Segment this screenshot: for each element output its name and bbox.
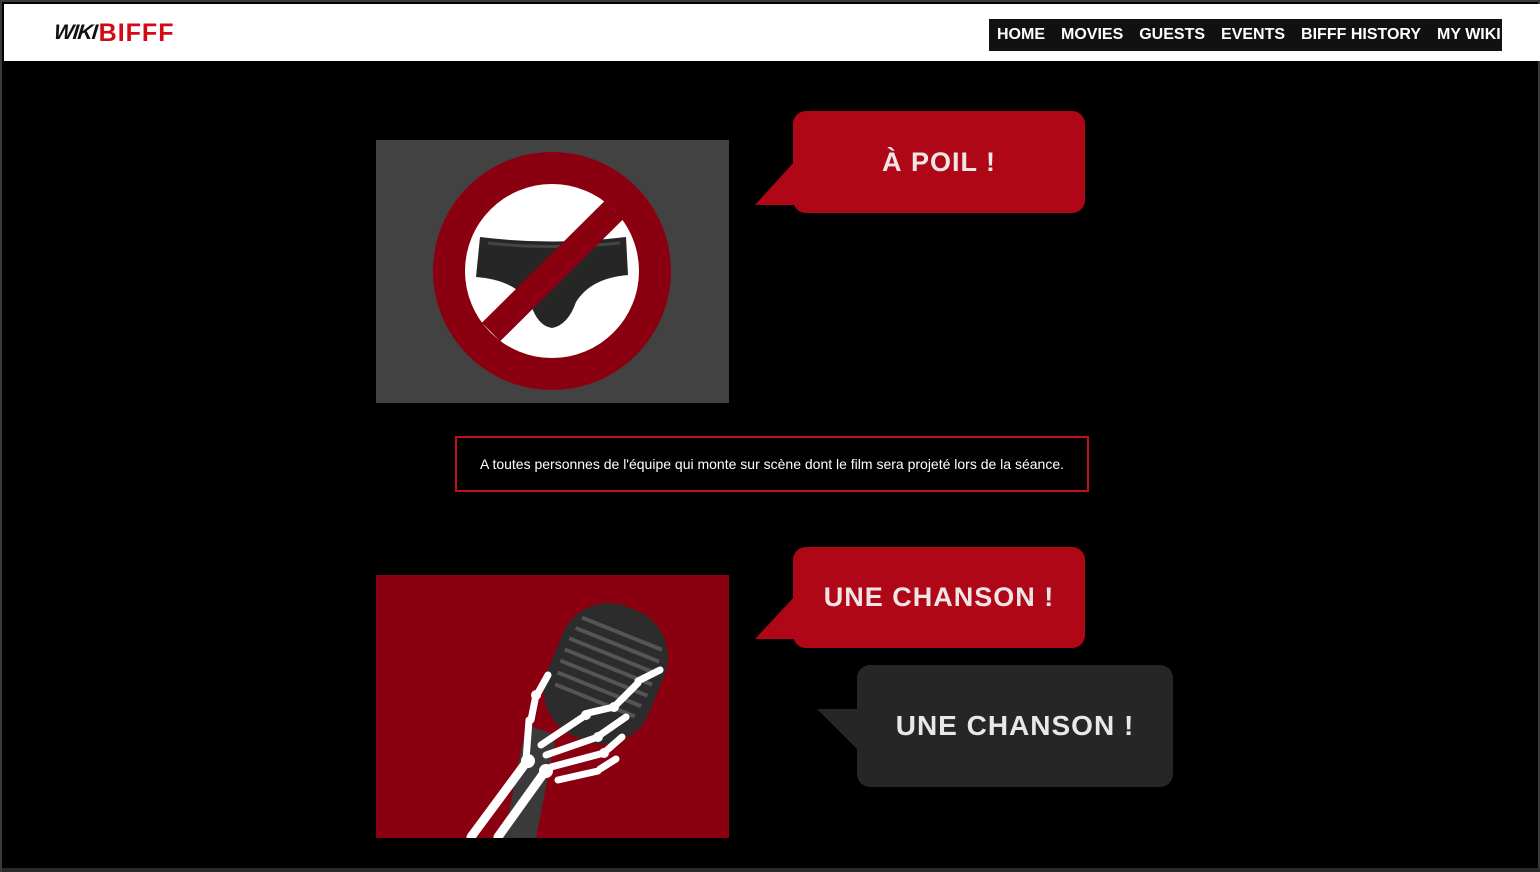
microphone-image: [376, 575, 729, 838]
site-logo[interactable]: WIKI BIFFF: [52, 18, 175, 47]
nav-events[interactable]: EVENTS: [1221, 26, 1285, 44]
nav-home[interactable]: HOME: [997, 26, 1045, 44]
speech-bubble-a-poil: À POIL !: [755, 111, 1085, 213]
page-frame: WIKI BIFFF HOME MOVIES GUESTS EVENTS BIF…: [0, 0, 1540, 872]
logo-bifff-text: BIFFF: [98, 18, 175, 47]
nav-bifff-history[interactable]: BIFFF HISTORY: [1301, 26, 1421, 44]
site-header: WIKI BIFFF HOME MOVIES GUESTS EVENTS BIF…: [4, 4, 1540, 61]
bottom-border: [2, 868, 1540, 872]
no-underwear-image: [376, 140, 729, 403]
no-underwear-icon: [433, 152, 671, 390]
nav-guests[interactable]: GUESTS: [1139, 26, 1205, 44]
caret-down-icon: ▼: [1509, 29, 1519, 40]
speech-bubble-une-chanson-red: UNE CHANSON !: [755, 547, 1085, 648]
speech-bubble-text: UNE CHANSON !: [823, 582, 1055, 612]
nav-my-wiki[interactable]: MY WIKI ▼: [1437, 26, 1519, 44]
caption-box: A toutes personnes de l'équipe qui monte…: [455, 436, 1089, 492]
nav-my-wiki-label: MY WIKI: [1437, 26, 1501, 43]
logo-wiki-text: WIKI: [52, 21, 98, 44]
skeleton-hand-microphone-icon: [466, 603, 668, 838]
nav-movies[interactable]: MOVIES: [1061, 26, 1123, 44]
speech-tail-shape: [755, 596, 795, 639]
speech-bubble-une-chanson-dark: UNE CHANSON !: [817, 665, 1173, 787]
speech-bubble-text: À POIL !: [881, 146, 996, 177]
caption-text: A toutes personnes de l'équipe qui monte…: [479, 456, 1065, 472]
speech-bubble-text: UNE CHANSON !: [895, 710, 1135, 741]
main-nav: HOME MOVIES GUESTS EVENTS BIFFF HISTORY …: [989, 19, 1519, 51]
speech-tail-shape: [755, 161, 795, 205]
speech-tail-shape: [817, 709, 859, 751]
